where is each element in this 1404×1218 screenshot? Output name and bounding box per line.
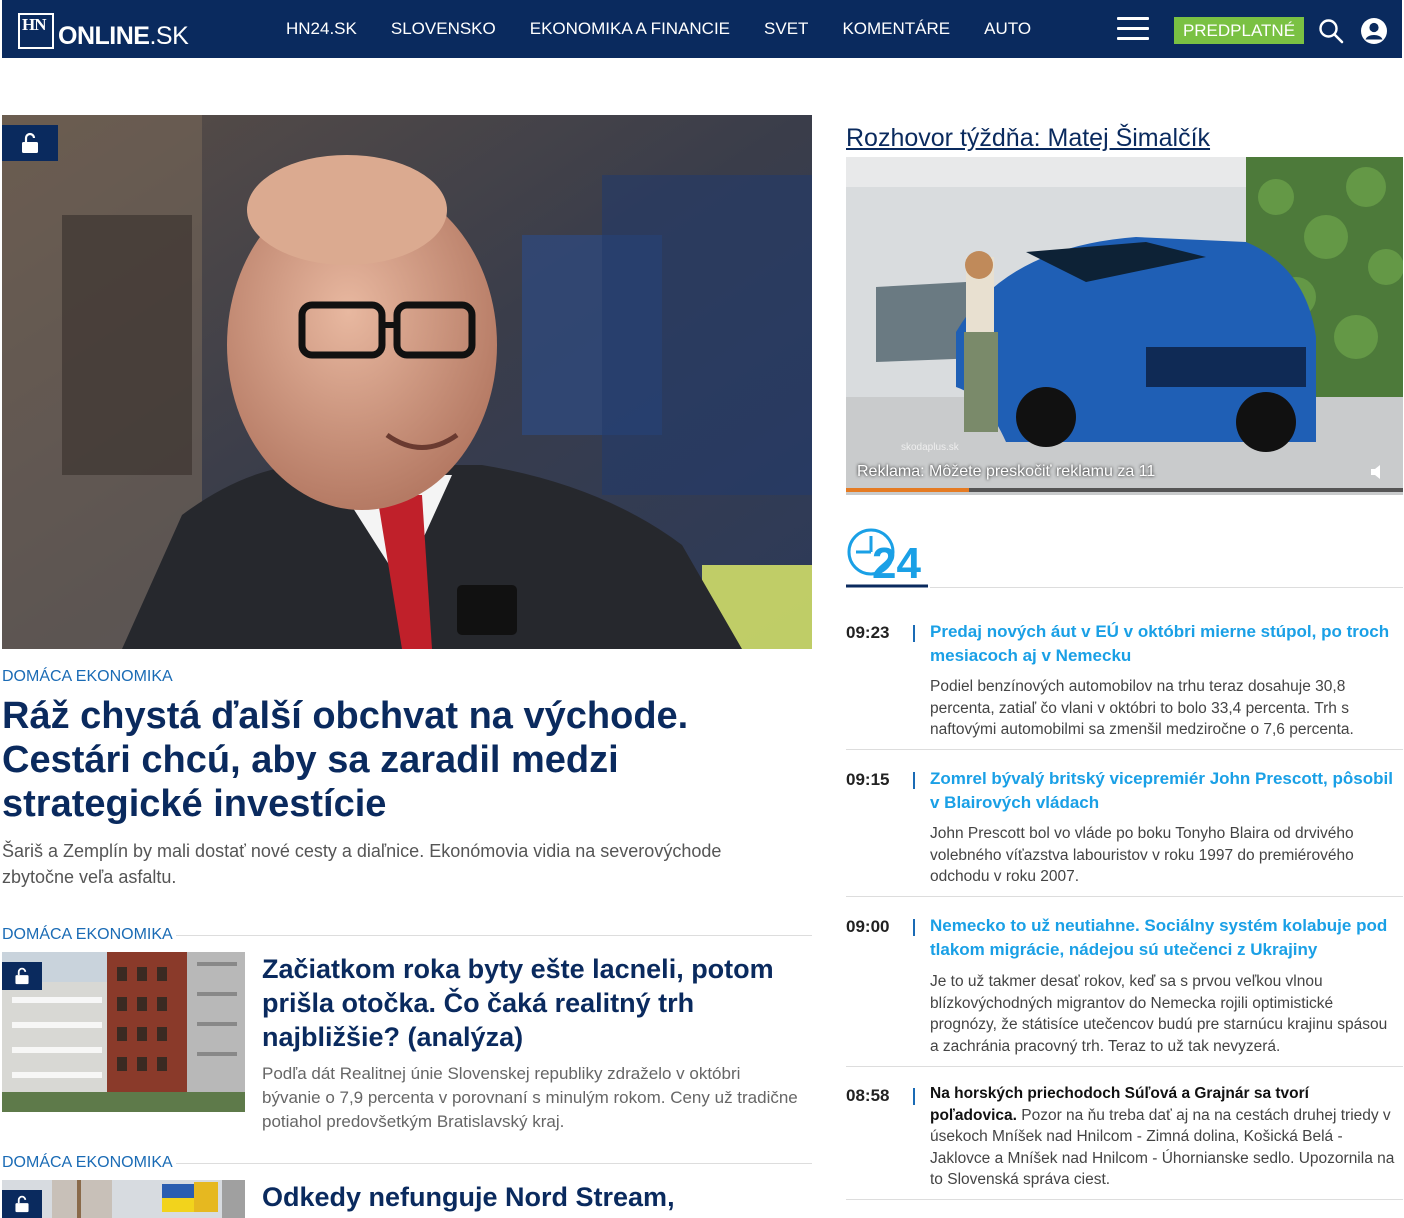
video-progress-bar[interactable] — [846, 488, 1403, 492]
news-divider — [846, 1066, 1403, 1067]
menu-hamburger-icon[interactable] — [1117, 17, 1149, 41]
news-divider — [846, 1199, 1403, 1200]
logo-online: ONLINE — [58, 22, 150, 50]
main-nav: HN24.SK SLOVENSKO EKONOMIKA A FINANCIE S… — [286, 0, 1065, 58]
subscribe-button[interactable]: PREDPLATNÉ — [1174, 17, 1304, 44]
hn24-clock-logo-icon[interactable]: 24 — [846, 528, 928, 588]
news-time: 09:23 — [846, 623, 890, 642]
article-title[interactable]: Odkedy nefunguje Nord Stream, — [262, 1180, 812, 1214]
video-ad-skip-text: Reklama: Môžete preskočiť reklamu za 11 — [857, 463, 1156, 480]
news-title-link[interactable]: Nemecko to už neutiahne. Sociálny systém… — [930, 914, 1396, 962]
section-divider — [176, 935, 812, 936]
video-player[interactable]: skodaplus.sk Reklama: Môžete preskočiť r… — [846, 157, 1403, 495]
news-text: John Prescott bol vo vláde po boku Tonyh… — [930, 825, 1354, 885]
svg-text:24: 24 — [872, 539, 921, 588]
logo-wordmark: ONLINE.SK — [58, 22, 189, 50]
hero-photo — [2, 115, 812, 649]
user-account-icon[interactable] — [1360, 17, 1388, 45]
hero-article-perex: Šariš a Zemplín by mali dostať nové cest… — [2, 841, 722, 887]
unlocked-badge — [2, 1190, 42, 1218]
news-time: 08:58 — [846, 1086, 890, 1105]
nav-item-ekonomika[interactable]: EKONOMIKA A FINANCIE — [530, 19, 730, 39]
article-thumbnail[interactable] — [2, 952, 245, 1112]
article-category-link[interactable]: DOMÁCA EKONOMIKA — [2, 1154, 173, 1172]
video-watermark: skodaplus.sk — [901, 442, 959, 453]
hero-article-image[interactable] — [2, 115, 812, 649]
article-category-link[interactable]: DOMÁCA EKONOMIKA — [2, 926, 173, 944]
news-title-link[interactable]: Predaj nových áut v EÚ v októbri mierne … — [930, 620, 1396, 668]
hero-category-link[interactable]: DOMÁCA EKONOMIKA — [2, 668, 173, 686]
nav-item-svet[interactable]: SVET — [764, 19, 808, 39]
nav-item-auto[interactable]: AUTO — [984, 19, 1031, 39]
news-text: Podiel benzínových automobilov na trhu t… — [930, 678, 1354, 738]
news-text: Je to už takmer desať rokov, keď sa s pr… — [930, 973, 1388, 1055]
volume-icon[interactable] — [1369, 463, 1387, 481]
logo-hn-mark: HN — [18, 13, 54, 49]
news-title-link[interactable]: Zomrel bývalý britský vicepremiér John P… — [930, 767, 1396, 815]
site-header: HN ONLINE.SK HN24.SK SLOVENSKO EKONOMIKA… — [2, 0, 1402, 58]
search-icon[interactable] — [1318, 18, 1344, 44]
logo-sk: .SK — [149, 22, 189, 50]
news-separator — [913, 919, 915, 936]
nav-item-slovensko[interactable]: SLOVENSKO — [391, 19, 496, 39]
news-divider — [846, 896, 1403, 897]
unlock-icon — [22, 132, 38, 153]
section-divider — [176, 1163, 812, 1164]
section-divider — [930, 587, 1403, 588]
site-logo[interactable]: HN ONLINE.SK — [18, 13, 189, 50]
nav-item-komentare[interactable]: KOMENTÁRE — [842, 19, 950, 39]
hero-article-title[interactable]: Ráž chystá ďalší obchvat na východe. Ces… — [2, 694, 812, 826]
interview-of-week-link[interactable]: Rozhovor týždňa: Matej Šimalčík — [846, 124, 1210, 153]
video-progress-fill — [846, 488, 969, 492]
article-thumbnail[interactable] — [2, 1180, 245, 1218]
news-time: 09:00 — [846, 917, 890, 936]
article-perex: Podľa dát Realitnej únie Slovenskej repu… — [262, 1064, 798, 1131]
news-separator — [913, 625, 915, 642]
nav-item-hn24[interactable]: HN24.SK — [286, 19, 357, 39]
news-time: 09:15 — [846, 770, 890, 789]
news-separator — [913, 1088, 915, 1105]
news-separator — [913, 772, 915, 789]
news-divider — [846, 749, 1403, 750]
unlock-icon — [15, 967, 29, 985]
unlocked-badge — [2, 962, 42, 990]
article-title[interactable]: Začiatkom roka byty ešte lacneli, potom … — [262, 952, 812, 1054]
unlocked-badge — [2, 125, 58, 161]
news-item-text: Na horských priechodoch Súľová a Grajnár… — [930, 1083, 1396, 1191]
unlock-icon — [15, 1195, 29, 1213]
